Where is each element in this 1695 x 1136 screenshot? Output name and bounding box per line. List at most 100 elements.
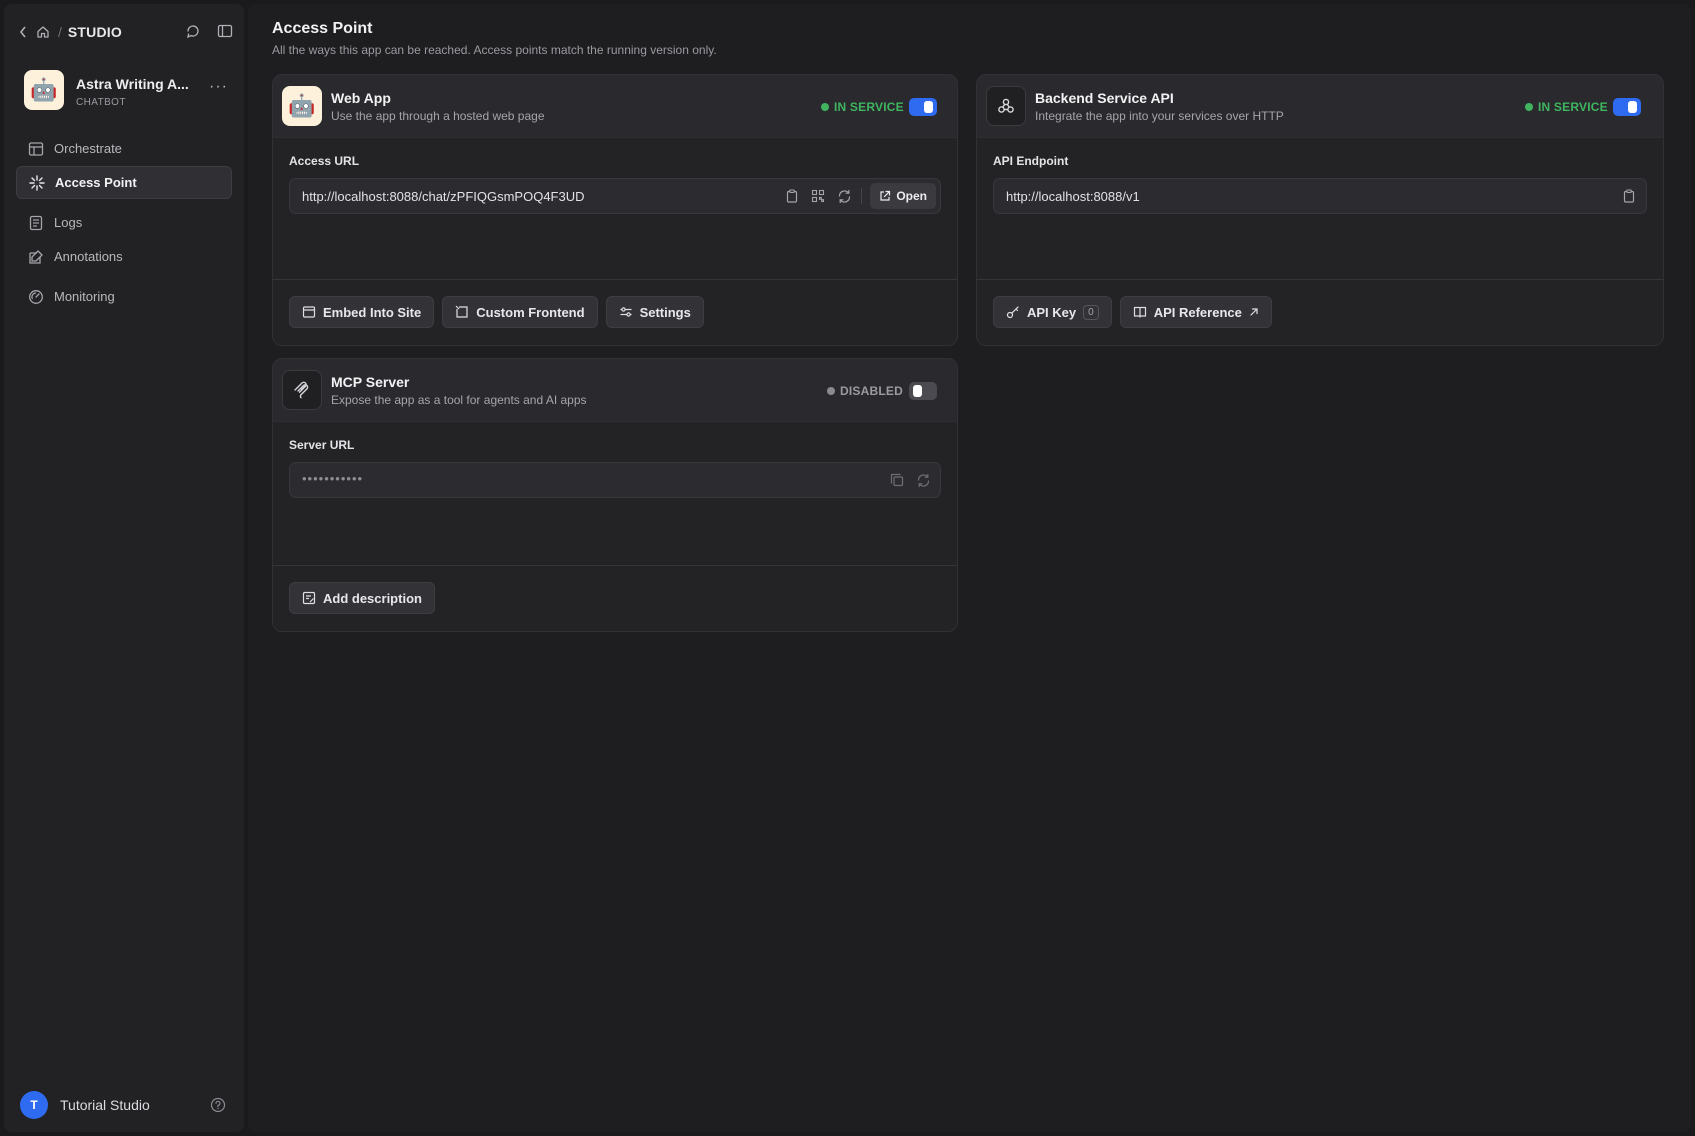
api-key-count: 0: [1083, 304, 1099, 320]
api-endpoint-field: http://localhost:8088/v1: [993, 178, 1647, 214]
sidebar-item-orchestrate[interactable]: Orchestrate: [16, 132, 232, 165]
status-text: IN SERVICE: [834, 100, 904, 114]
key-icon: [1006, 305, 1020, 319]
avatar: T: [20, 1091, 48, 1119]
window-icon: [302, 305, 316, 319]
copy-icon[interactable]: [783, 187, 801, 205]
web-app-title: Web App: [331, 90, 391, 106]
app-type: CHATBOT: [76, 97, 126, 108]
backend-api-actions: API Key 0 API Reference: [977, 279, 1663, 345]
status-dot: [821, 103, 829, 111]
sidebar-collapse-icon[interactable]: [216, 22, 234, 40]
mcp-title: MCP Server: [331, 374, 410, 390]
open-label: Open: [896, 189, 927, 203]
breadcrumb-studio[interactable]: STUDIO: [68, 24, 122, 40]
status-badge: IN SERVICE: [1525, 100, 1608, 114]
more-options-icon[interactable]: ···: [209, 78, 228, 96]
api-endpoint-label: API Endpoint: [993, 154, 1069, 168]
book-icon: [1133, 305, 1147, 319]
annotation-icon: [28, 249, 44, 265]
sliders-icon: [619, 305, 633, 319]
breadcrumb-separator: /: [58, 24, 62, 40]
backend-api-card: Backend Service API Integrate the app in…: [976, 74, 1664, 346]
access-url-label: Access URL: [289, 154, 360, 168]
api-key-button[interactable]: API Key 0: [993, 296, 1112, 328]
app-info[interactable]: 🤖 Astra Writing A... CHATBOT ···: [24, 68, 234, 114]
mcp-toggle[interactable]: [909, 382, 937, 400]
home-icon[interactable]: [34, 23, 52, 41]
sidebar-item-label: Logs: [54, 215, 83, 230]
status-text: IN SERVICE: [1538, 100, 1608, 114]
sidebar-item-label: Access Point: [55, 175, 137, 190]
button-label: Settings: [639, 304, 691, 320]
gauge-icon: [28, 289, 44, 305]
api-reference-button[interactable]: API Reference: [1119, 296, 1272, 328]
backend-api-title: Backend Service API: [1035, 90, 1174, 106]
sidebar-item-logs[interactable]: Logs: [16, 206, 232, 239]
server-url-value: •••••••••••: [302, 471, 364, 486]
status-badge: DISABLED: [827, 384, 903, 398]
settings-button[interactable]: Settings: [605, 296, 704, 328]
sidebar: / STUDIO 🤖 Astra Writing A... CHATBOT ··…: [4, 4, 244, 1132]
refresh-chat-icon[interactable]: [184, 22, 202, 40]
copy-icon[interactable]: [1620, 187, 1638, 205]
mcp-icon: [282, 370, 322, 410]
sidebar-nav: Orchestrate Access Point Logs Annotation…: [16, 132, 232, 314]
regenerate-icon[interactable]: [835, 187, 853, 205]
web-app-actions: Embed Into Site Custom Frontend Settings: [273, 279, 957, 345]
open-url-button[interactable]: Open: [870, 183, 936, 209]
embed-into-site-button[interactable]: Embed Into Site: [289, 296, 435, 328]
qr-code-icon[interactable]: [809, 187, 827, 205]
mcp-description: Expose the app as a tool for agents and …: [331, 393, 587, 407]
page-title: Access Point: [272, 20, 373, 37]
backend-api-toggle[interactable]: [1613, 98, 1641, 116]
server-url-field: •••••••••••: [289, 462, 941, 498]
breadcrumb: / STUDIO: [18, 23, 122, 41]
document-icon: [28, 215, 44, 231]
chevron-left-icon[interactable]: [18, 23, 28, 41]
sidebar-item-access-point[interactable]: Access Point: [16, 166, 232, 199]
web-app-card: 🤖 Web App Use the app through a hosted w…: [272, 74, 958, 346]
user-profile[interactable]: T Tutorial Studio: [20, 1090, 234, 1120]
button-label: Add description: [323, 590, 422, 606]
sparkle-icon: [29, 174, 45, 191]
status-badge: IN SERVICE: [821, 100, 904, 114]
copy-icon[interactable]: [888, 471, 906, 489]
edit-note-icon: [302, 591, 316, 605]
external-link-icon: [879, 190, 891, 202]
mcp-actions: Add description: [273, 565, 957, 631]
divider: [861, 188, 863, 204]
app-avatar: 🤖: [24, 70, 64, 110]
arrow-up-right-icon: [1249, 307, 1259, 317]
status-text: DISABLED: [840, 384, 903, 398]
add-description-button[interactable]: Add description: [289, 582, 435, 614]
button-label: API Key: [1027, 304, 1077, 320]
status-dot: [827, 387, 835, 395]
server-url-label: Server URL: [289, 438, 355, 452]
button-label: Custom Frontend: [476, 304, 585, 320]
robot-app-icon: 🤖: [282, 86, 322, 126]
button-label: API Reference: [1153, 304, 1242, 320]
sidebar-item-annotations[interactable]: Annotations: [16, 240, 232, 273]
access-url-field: http://localhost:8088/chat/zPFIQGsmPOQ4F…: [289, 178, 941, 214]
page-subtitle: All the ways this app can be reached. Ac…: [272, 43, 717, 57]
main-content: Access Point All the ways this app can b…: [248, 4, 1691, 1132]
web-app-toggle[interactable]: [909, 98, 937, 116]
api-endpoint-value[interactable]: http://localhost:8088/v1: [1006, 189, 1140, 204]
user-name: Tutorial Studio: [60, 1097, 150, 1113]
sidebar-topbar: / STUDIO: [18, 22, 234, 42]
web-app-description: Use the app through a hosted web page: [331, 109, 545, 123]
backend-api-description: Integrate the app into your services ove…: [1035, 109, 1284, 123]
sidebar-item-monitoring[interactable]: Monitoring: [16, 280, 232, 313]
sidebar-item-label: Monitoring: [54, 289, 115, 304]
custom-frontend-button[interactable]: Custom Frontend: [442, 296, 598, 328]
button-label: Embed Into Site: [323, 304, 422, 320]
help-icon[interactable]: [210, 1097, 226, 1113]
sidebar-item-label: Annotations: [54, 249, 123, 264]
frame-icon: [455, 305, 469, 319]
access-url-value[interactable]: http://localhost:8088/chat/zPFIQGsmPOQ4F…: [302, 189, 585, 204]
api-nodes-icon: [986, 86, 1026, 126]
regenerate-icon[interactable]: [914, 471, 932, 489]
status-dot: [1525, 103, 1533, 111]
layout-icon: [28, 141, 44, 157]
